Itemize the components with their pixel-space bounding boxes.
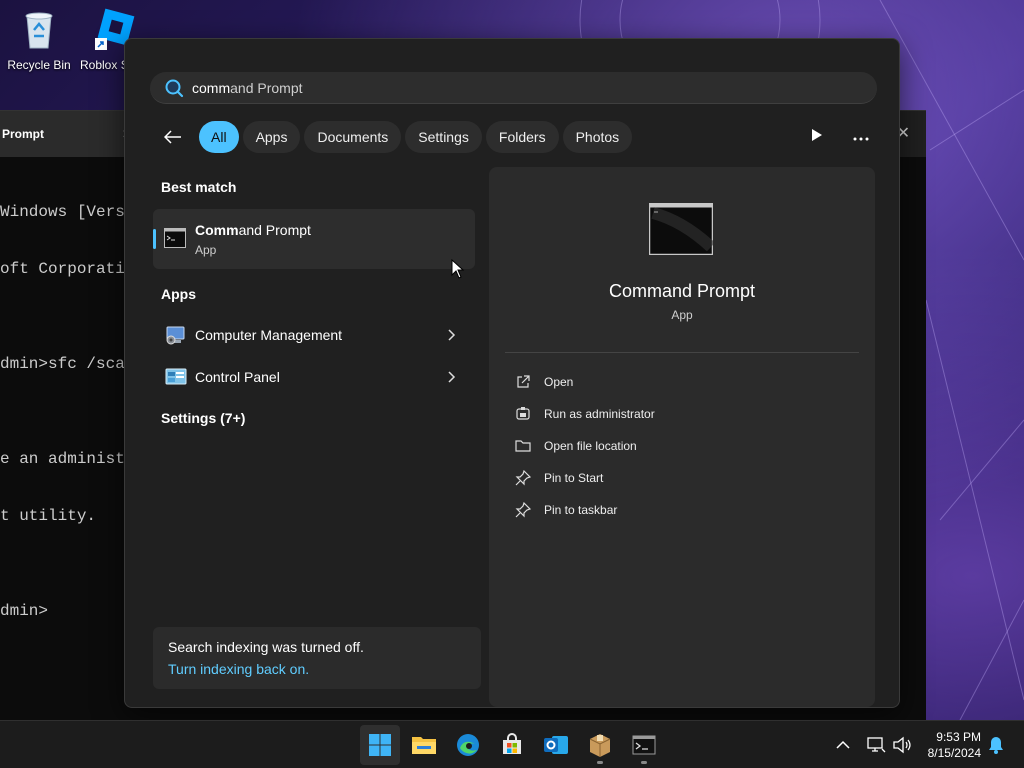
- taskbar-file-explorer[interactable]: [404, 725, 444, 765]
- best-match-subtitle: App: [195, 243, 217, 257]
- search-query-typed: comm: [192, 79, 231, 96]
- chevron-right-icon[interactable]: [445, 329, 457, 341]
- command-prompt-icon: [648, 202, 716, 260]
- more-options-button[interactable]: [853, 128, 869, 146]
- back-button[interactable]: [157, 121, 189, 153]
- best-match-title-bold: Comm: [195, 222, 239, 238]
- filter-folders[interactable]: Folders: [485, 121, 559, 153]
- bell-icon: [989, 737, 1003, 754]
- clock-date: 8/15/2024: [927, 746, 981, 760]
- outlook-icon: [544, 736, 568, 754]
- play-icon: [812, 128, 822, 141]
- detail-pane: Command Prompt App Open Run as administr…: [489, 167, 875, 707]
- filter-bar: All Apps Documents Settings Folders Phot…: [157, 121, 633, 153]
- search-panel: comm and Prompt All Apps Documents Settin…: [124, 38, 900, 708]
- filter-photos[interactable]: Photos: [562, 121, 633, 153]
- recycle-bin-icon: [17, 8, 61, 52]
- action-label: Open: [544, 375, 574, 389]
- search-icon: [164, 78, 184, 98]
- taskbar-outlook[interactable]: [536, 725, 576, 765]
- ellipsis-icon: [853, 137, 869, 141]
- selection-accent: [153, 229, 156, 249]
- action-open-file-location[interactable]: Open file location: [515, 435, 637, 457]
- app-result-control-panel[interactable]: Control Panel: [153, 357, 475, 397]
- action-open[interactable]: Open: [515, 371, 573, 393]
- taskbar-edge[interactable]: [448, 725, 488, 765]
- app-result-label: Control Panel: [195, 369, 280, 385]
- action-label: Pin to Start: [544, 471, 604, 485]
- taskbar-microsoft-store[interactable]: [492, 725, 532, 765]
- detail-app-name: Command Prompt: [608, 281, 756, 301]
- search-query-completion: and Prompt: [230, 79, 303, 96]
- network-icon: [867, 737, 886, 753]
- network-status[interactable]: [866, 721, 886, 768]
- search-input[interactable]: comm and Prompt: [150, 72, 877, 104]
- edge-icon: [457, 734, 479, 756]
- shield-admin-icon: [516, 407, 530, 420]
- open-external-icon: [517, 375, 530, 388]
- cmd-tab-title: Prompt: [2, 127, 44, 141]
- filter-settings[interactable]: Settings: [405, 121, 482, 153]
- pin-icon: [515, 502, 531, 518]
- action-label: Run as administrator: [544, 407, 655, 421]
- action-run-as-admin[interactable]: Run as administrator: [515, 403, 655, 425]
- filter-tools: [811, 121, 869, 153]
- chevron-right-icon[interactable]: [445, 371, 457, 383]
- pin-icon: [515, 470, 531, 486]
- start-button[interactable]: [360, 725, 400, 765]
- running-indicator: [641, 761, 647, 764]
- action-label: Open file location: [544, 439, 637, 453]
- apps-heading: Apps: [161, 286, 196, 302]
- running-indicator: [597, 761, 603, 764]
- control-panel-icon: [164, 365, 188, 389]
- action-label: Pin to taskbar: [544, 503, 618, 517]
- indexing-message: Search indexing was turned off.: [168, 639, 364, 655]
- indexing-notice: Search indexing was turned off. Turn ind…: [153, 627, 481, 689]
- package-icon: [589, 734, 611, 757]
- best-match-title-rest: and Prompt: [238, 222, 311, 238]
- play-more-filters-button[interactable]: [811, 128, 823, 147]
- notifications-button[interactable]: [988, 721, 1004, 768]
- app-result-label: Computer Management: [195, 327, 343, 343]
- taskbar: 9:53 PM 8/15/2024: [0, 720, 1024, 768]
- divider: [505, 352, 859, 353]
- desktop-icon-label: Recycle Bin: [7, 58, 71, 72]
- chevron-up-icon: [836, 740, 850, 749]
- file-explorer-icon: [412, 737, 436, 754]
- settings-heading[interactable]: Settings (7+): [161, 410, 245, 426]
- taskbar-package-app[interactable]: [580, 725, 620, 765]
- taskbar-clock[interactable]: 9:53 PM 8/15/2024: [928, 729, 981, 761]
- action-pin-to-taskbar[interactable]: Pin to taskbar: [515, 499, 617, 521]
- best-match-result[interactable]: Command Prompt App: [153, 209, 475, 269]
- filter-documents[interactable]: Documents: [304, 121, 402, 153]
- volume-icon: [893, 736, 911, 754]
- terminal-icon: [632, 735, 656, 755]
- clock-time: 9:53 PM: [936, 730, 981, 744]
- turn-indexing-on-link[interactable]: Turn indexing back on.: [168, 661, 466, 677]
- desktop-icon-recycle-bin[interactable]: Recycle Bin: [4, 8, 74, 72]
- folder-icon: [515, 440, 531, 452]
- arrow-left-icon: [164, 130, 181, 144]
- microsoft-store-icon: [503, 733, 521, 754]
- cmd-tab[interactable]: Prompt ✕: [0, 111, 136, 157]
- detail-app-kind: App: [671, 308, 693, 322]
- mouse-cursor-icon: [451, 259, 465, 279]
- action-pin-to-start[interactable]: Pin to Start: [515, 467, 603, 489]
- command-prompt-icon: [164, 228, 186, 253]
- app-result-computer-management[interactable]: Computer Management: [153, 315, 475, 355]
- start-icon: [369, 734, 391, 756]
- taskbar-terminal[interactable]: [624, 725, 664, 765]
- computer-management-icon: [164, 323, 188, 347]
- show-hidden-icons-button[interactable]: [836, 721, 850, 768]
- filter-apps[interactable]: Apps: [242, 121, 301, 153]
- volume-control[interactable]: [892, 721, 912, 768]
- best-match-title: Command Prompt: [195, 222, 311, 238]
- best-match-heading: Best match: [161, 179, 237, 195]
- filter-all[interactable]: All: [199, 121, 239, 153]
